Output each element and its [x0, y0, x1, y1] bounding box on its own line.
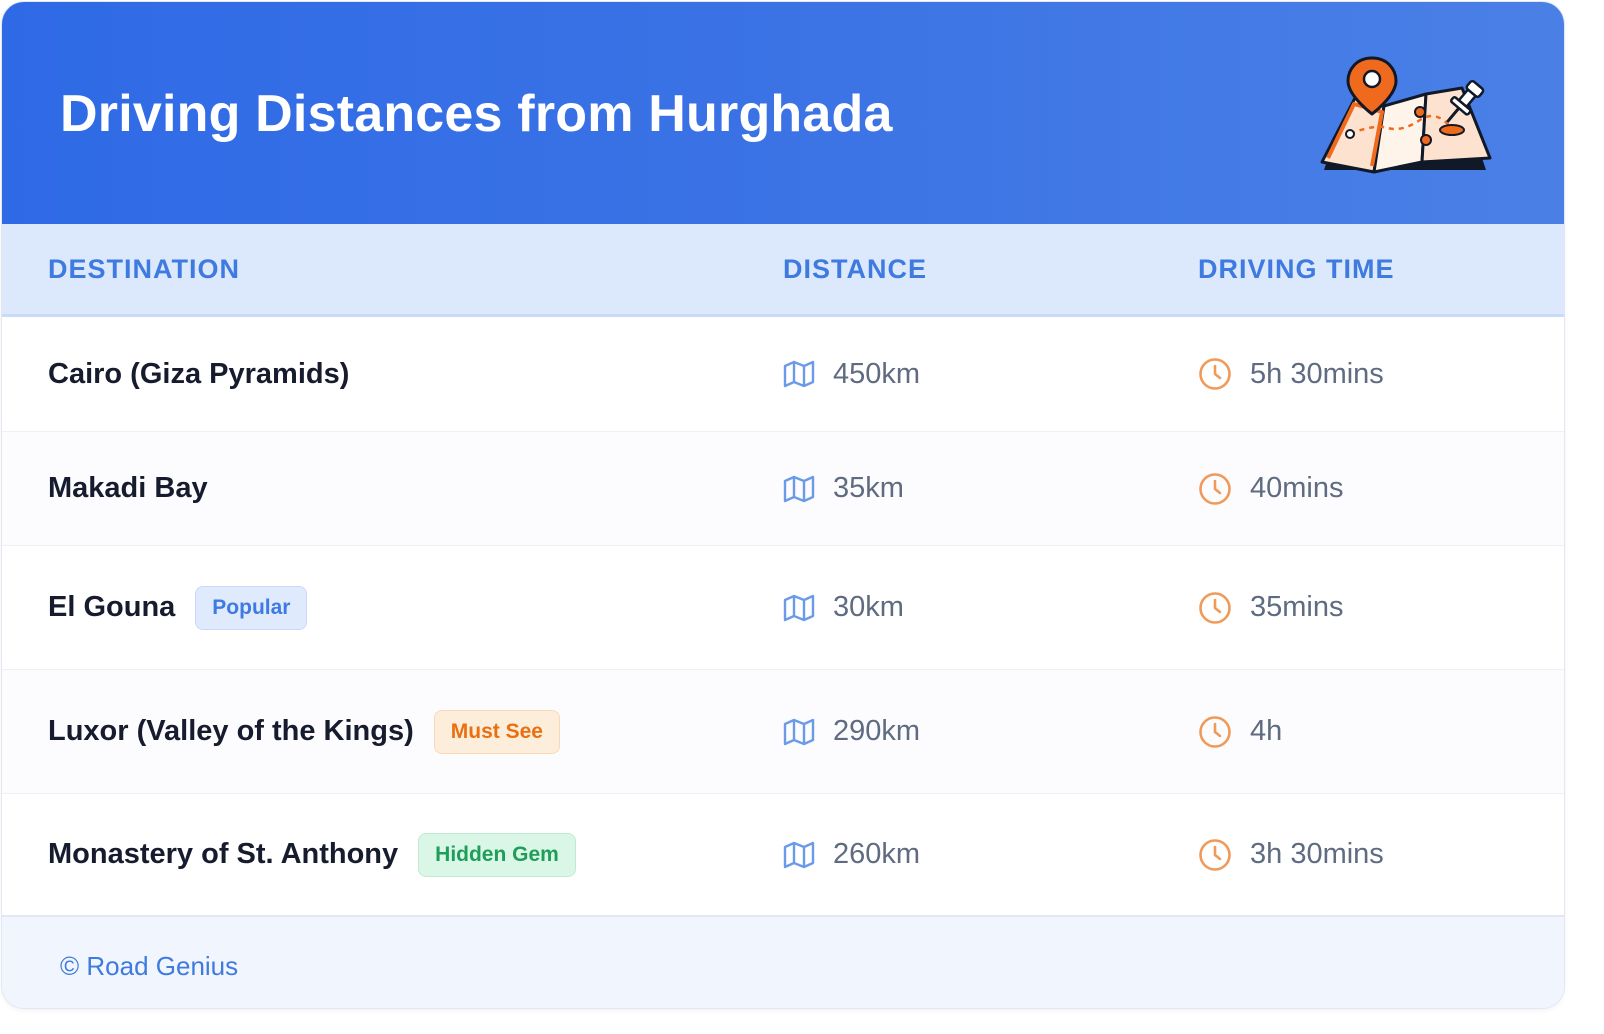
destination-cell: Cairo (Giza Pyramids): [48, 317, 349, 431]
clock-icon: [1199, 838, 1231, 871]
footer: © Road Genius: [2, 915, 1564, 1008]
map-icon: [783, 360, 815, 388]
destination-name: Cairo (Giza Pyramids): [48, 357, 350, 390]
table-row: Makadi Bay 35km 40mins: [2, 432, 1564, 546]
distance-cell: 35km: [783, 432, 904, 545]
table-row: Monastery of St. Anthony Hidden Gem 260k…: [2, 794, 1564, 915]
time-value: 5h 30mins: [1250, 357, 1384, 390]
table-header: DESTINATION DISTANCE DRIVING TIME: [2, 224, 1564, 317]
badge-hidden-gem: Hidden Gem: [418, 832, 576, 877]
table-row: El Gouna Popular 30km 35mins: [2, 546, 1564, 670]
map-icon: [783, 594, 815, 621]
destination-name: Makadi Bay: [48, 472, 208, 504]
distance-value: 35km: [833, 472, 904, 504]
time-value: 4h: [1250, 715, 1283, 747]
time-value: 3h 30mins: [1250, 838, 1384, 870]
destination-cell: Makadi Bay: [48, 432, 208, 545]
copyright-text: © Road Genius: [60, 951, 239, 981]
map-icon: [783, 475, 815, 502]
time-cell: 3h 30mins: [1198, 794, 1384, 915]
time-cell: 4h: [1198, 670, 1282, 793]
time-value: 35mins: [1250, 591, 1344, 623]
page-title: Driving Distances from Hurghada: [60, 85, 893, 143]
map-with-pins-icon: [1320, 56, 1492, 174]
badge-popular: Popular: [195, 585, 308, 630]
time-cell: 35mins: [1198, 546, 1344, 669]
clock-icon: [1199, 472, 1231, 505]
time-cell: 40mins: [1198, 432, 1344, 545]
time-value: 40mins: [1250, 472, 1344, 504]
distance-value: 450km: [833, 357, 921, 390]
map-icon: [783, 841, 815, 868]
distance-cell: 30km: [783, 546, 904, 669]
destination-cell: Luxor (Valley of the Kings) Must See: [48, 670, 560, 793]
destination-cell: El Gouna Popular: [48, 546, 308, 669]
distance-value: 30km: [833, 591, 904, 623]
clock-icon: [1199, 715, 1231, 748]
distance-cell: 260km: [783, 794, 920, 915]
column-header-driving-time: DRIVING TIME: [1198, 254, 1395, 284]
distance-cell: 290km: [783, 670, 920, 793]
distance-cell: 450km: [783, 317, 920, 431]
distance-value: 290km: [833, 715, 921, 747]
destination-cell: Monastery of St. Anthony Hidden Gem: [48, 794, 576, 915]
distance-value: 260km: [833, 838, 921, 870]
clock-icon: [1199, 358, 1231, 390]
destination-name: Luxor (Valley of the Kings): [48, 715, 414, 747]
table-row: Cairo (Giza Pyramids) 450km 5h 30mins: [2, 317, 1564, 432]
destination-name: Monastery of St. Anthony: [48, 838, 399, 870]
time-cell: 5h 30mins: [1198, 317, 1384, 431]
header-banner: Driving Distances from Hurghada: [2, 2, 1564, 224]
distance-card: Driving Distances from Hurghada DESTINAT…: [2, 2, 1564, 1008]
clock-icon: [1199, 591, 1231, 624]
column-header-distance: DISTANCE: [783, 254, 928, 284]
table-row: Luxor (Valley of the Kings) Must See 290…: [2, 670, 1564, 794]
destination-name: El Gouna: [48, 591, 176, 623]
column-header-destination: DESTINATION: [48, 254, 240, 284]
badge-must-see: Must See: [433, 709, 560, 754]
map-icon: [783, 718, 815, 745]
